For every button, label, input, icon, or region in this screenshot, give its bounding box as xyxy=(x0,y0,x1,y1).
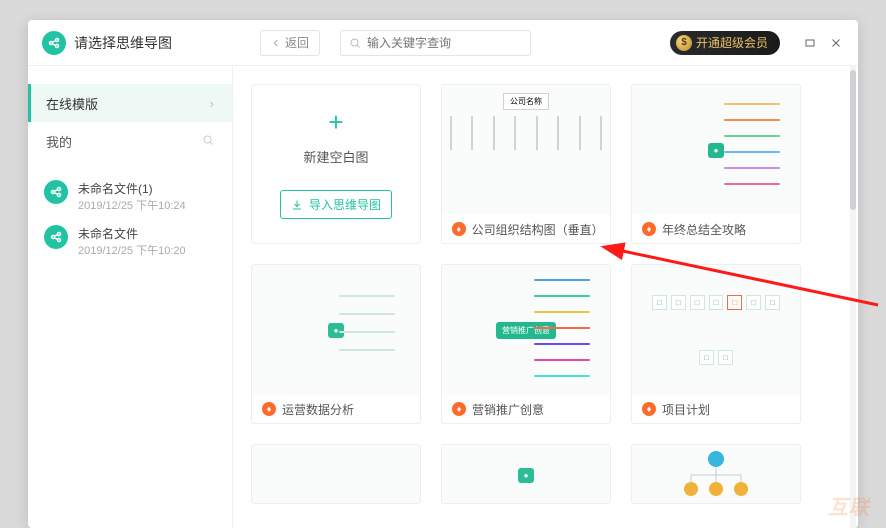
import-mindmap-label: 导入思维导图 xyxy=(309,196,381,213)
window-controls xyxy=(802,35,844,51)
scrollbar-thumb[interactable] xyxy=(850,70,856,210)
template-title: 营销推广创意 xyxy=(472,401,544,418)
minimize-button[interactable] xyxy=(802,35,818,51)
search-icon xyxy=(349,37,361,49)
plus-icon: + xyxy=(328,109,343,135)
arrow-left-icon xyxy=(271,38,281,48)
share-icon xyxy=(44,180,68,204)
template-title: 运营数据分析 xyxy=(282,401,354,418)
new-blank-label: 新建空白图 xyxy=(303,147,368,166)
template-thumbnail: ● xyxy=(442,445,610,504)
template-thumbnail xyxy=(632,445,800,504)
back-button-label: 返回 xyxy=(285,34,309,51)
template-thumbnail: □□□ □□□ □□□ xyxy=(632,265,800,395)
mindmap-core: ● xyxy=(518,468,535,483)
share-icon xyxy=(44,225,68,249)
sidebar-tab-label: 我的 xyxy=(46,132,72,151)
template-thumbnail: ● xyxy=(252,265,420,395)
template-title: 年终总结全攻略 xyxy=(662,221,746,238)
fire-icon: ♦ xyxy=(262,402,276,416)
fire-icon: ♦ xyxy=(642,222,656,236)
template-card[interactable]: 公司名称 ♦ 公司组织结构图（垂直） xyxy=(441,84,611,244)
template-card[interactable]: ● ♦ 年终总结全攻略 xyxy=(631,84,801,244)
search-box[interactable] xyxy=(340,30,531,56)
new-blank-card[interactable]: + 新建空白图 导入思维导图 xyxy=(251,84,421,244)
template-grid-area: + 新建空白图 导入思维导图 公司名称 xyxy=(233,66,858,528)
sidebar-file-list: 未命名文件(1) 2019/12/25 下午10:24 未命名文件 2019/1… xyxy=(28,160,232,278)
import-mindmap-button[interactable]: 导入思维导图 xyxy=(280,190,392,219)
template-card[interactable]: 营销推广创意 ♦ 营销推广创意 xyxy=(441,264,611,424)
template-card[interactable]: □□□ □□□ □□□ ♦ 项目计划 xyxy=(631,264,801,424)
vip-upgrade-button[interactable]: $ 开通超级会员 xyxy=(670,31,780,55)
sidebar-tab-templates[interactable]: 在线模版 › xyxy=(28,84,232,122)
file-item[interactable]: 未命名文件(1) 2019/12/25 下午10:24 xyxy=(38,174,222,219)
fire-icon: ♦ xyxy=(452,222,466,236)
file-name: 未命名文件 xyxy=(78,225,186,242)
template-card[interactable]: ● xyxy=(441,444,611,504)
org-root-label: 公司名称 xyxy=(503,93,549,110)
template-thumbnail: ● xyxy=(632,85,800,215)
fire-icon: ♦ xyxy=(452,402,466,416)
sidebar: 在线模版 › 我的 未命名文件(1) 2019/12/25 下午10:24 xyxy=(28,66,233,528)
chevron-right-icon: › xyxy=(210,96,214,111)
template-grid: + 新建空白图 导入思维导图 公司名称 xyxy=(251,84,840,504)
mindmap-core: ● xyxy=(708,143,725,158)
app-logo-icon xyxy=(42,31,66,55)
coin-icon: $ xyxy=(676,35,692,51)
close-button[interactable] xyxy=(828,35,844,51)
sidebar-tab-label: 在线模版 xyxy=(46,94,98,113)
vip-upgrade-label: 开通超级会员 xyxy=(696,34,768,51)
fire-icon: ♦ xyxy=(642,402,656,416)
template-title: 项目计划 xyxy=(662,401,710,418)
header: 请选择思维导图 返回 $ 开通超级会员 xyxy=(28,20,858,66)
import-icon xyxy=(291,199,303,211)
mindmap-core: ● xyxy=(328,323,345,338)
body: 在线模版 › 我的 未命名文件(1) 2019/12/25 下午10:24 xyxy=(28,66,858,528)
template-card[interactable] xyxy=(631,444,801,504)
template-card[interactable] xyxy=(251,444,421,504)
search-input[interactable] xyxy=(367,36,522,50)
file-item[interactable]: 未命名文件 2019/12/25 下午10:20 xyxy=(38,219,222,264)
back-button[interactable]: 返回 xyxy=(260,30,320,56)
template-thumbnail: 公司名称 xyxy=(442,85,610,215)
template-card[interactable]: ● ♦ 运营数据分析 xyxy=(251,264,421,424)
file-name: 未命名文件(1) xyxy=(78,180,186,197)
search-icon xyxy=(202,134,214,149)
header-title: 请选择思维导图 xyxy=(74,33,172,53)
template-thumbnail xyxy=(252,445,420,504)
file-timestamp: 2019/12/25 下午10:24 xyxy=(78,197,186,213)
template-thumbnail: 营销推广创意 xyxy=(442,265,610,395)
mindmap-core-label: 营销推广创意 xyxy=(496,322,556,339)
file-timestamp: 2019/12/25 下午10:20 xyxy=(78,242,186,258)
watermark: 互联 xyxy=(828,491,870,520)
app-window: 请选择思维导图 返回 $ 开通超级会员 在线模版 › 我的 xyxy=(28,20,858,528)
sidebar-tab-mine[interactable]: 我的 xyxy=(28,122,232,160)
template-title: 公司组织结构图（垂直） xyxy=(472,221,600,238)
